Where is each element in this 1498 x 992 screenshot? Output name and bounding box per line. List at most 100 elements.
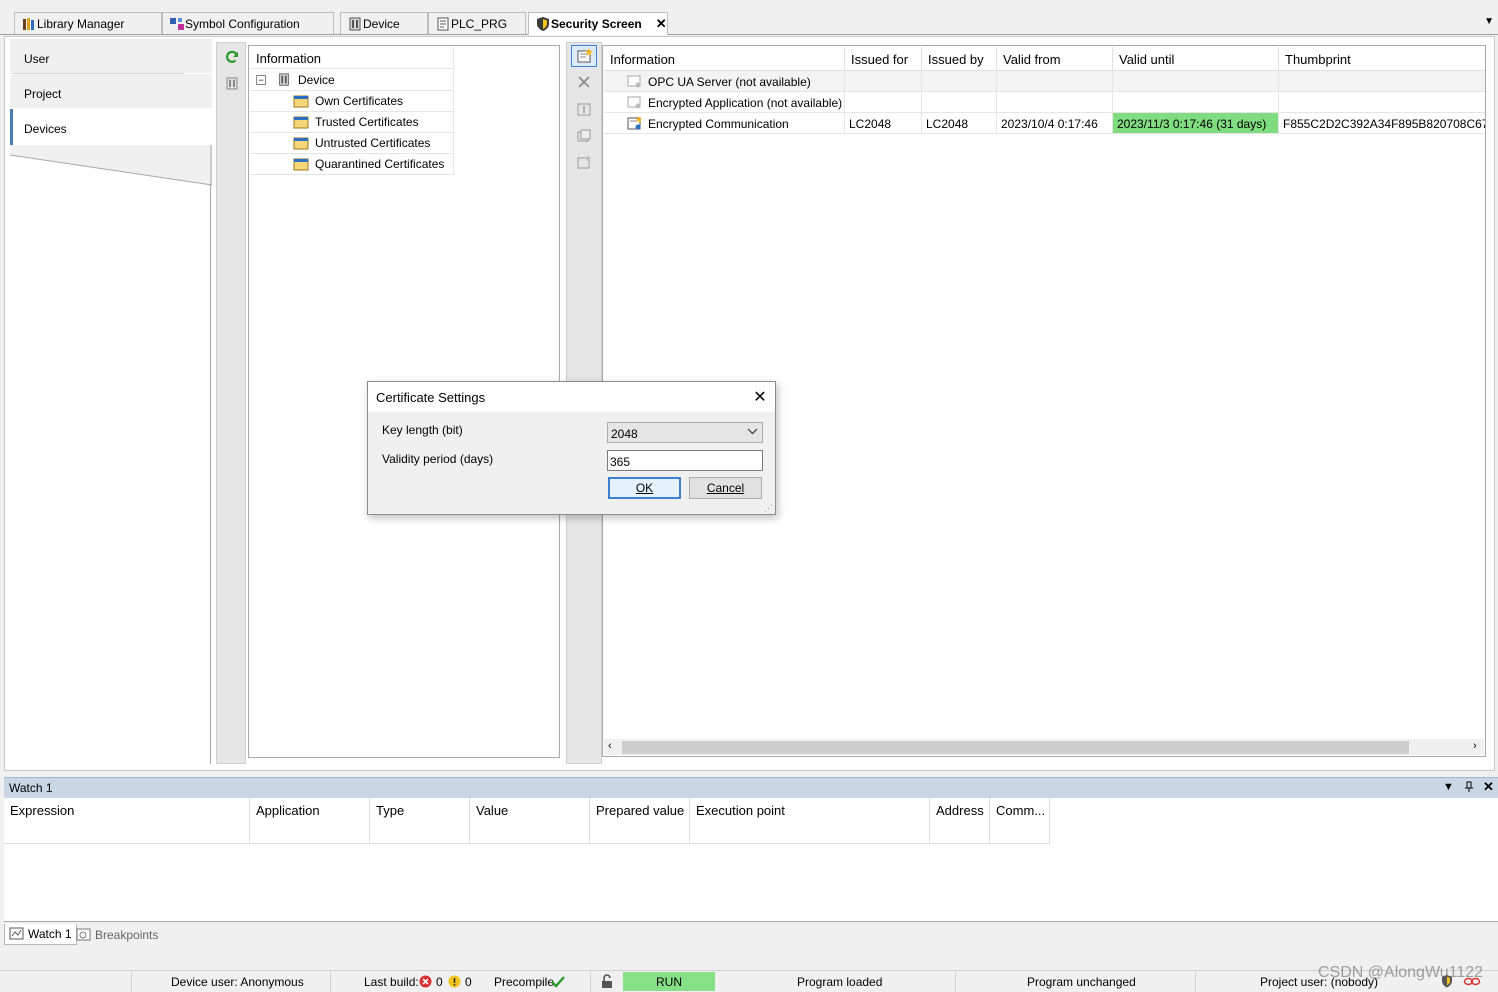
column-header-issued-by[interactable]: Issued by xyxy=(922,47,997,71)
library-icon xyxy=(23,18,34,30)
watch-title: Watch 1 xyxy=(9,781,53,795)
program-loaded-status: Program loaded xyxy=(797,975,883,989)
tree-item-quarantined-certificates[interactable]: Quarantined Certificates xyxy=(250,154,454,175)
watermark: CSDN @AlongWu1122 xyxy=(1318,964,1484,981)
scroll-right-icon[interactable]: › xyxy=(1473,740,1477,752)
device-settings-button[interactable] xyxy=(219,72,245,94)
column-header-comment[interactable]: Comm... xyxy=(990,798,1050,844)
tab-label: Library Manager xyxy=(37,16,125,31)
cert-issued-for xyxy=(845,92,922,113)
column-header-value[interactable]: Value xyxy=(470,798,590,844)
tab-label: PLC_PRG xyxy=(451,16,508,31)
warning-count: 0 xyxy=(465,975,472,989)
certificate-unavailable-icon xyxy=(627,75,641,88)
tab-plc-prg[interactable]: PLC_PRG xyxy=(428,12,526,34)
divider xyxy=(330,972,331,992)
bottom-tab-watch-1[interactable]: Watch 1 xyxy=(4,924,77,945)
renew-certificate-button[interactable] xyxy=(571,151,597,173)
panel-menu-icon[interactable]: ▼ xyxy=(1443,781,1454,793)
dialog-title: Certificate Settings xyxy=(376,390,486,405)
tab-label: Device xyxy=(363,16,400,31)
column-header-execution-point[interactable]: Execution point xyxy=(690,798,930,844)
side-tab-devices[interactable]: Devices xyxy=(10,109,212,145)
tab-library-manager[interactable]: Library Manager xyxy=(14,12,162,34)
export-certificate-button[interactable] xyxy=(571,125,597,147)
side-tab-project[interactable]: Project xyxy=(10,74,212,108)
breakpoints-icon xyxy=(76,928,91,940)
unlock-icon[interactable] xyxy=(600,974,614,989)
close-dialog-icon[interactable]: ✕ xyxy=(750,387,770,407)
validity-period-input[interactable]: 365 xyxy=(607,450,763,471)
device-icon xyxy=(279,73,289,86)
column-header-valid-from[interactable]: Valid from xyxy=(997,47,1113,71)
pou-icon xyxy=(437,17,449,31)
resize-grip-icon[interactable]: ⋰ xyxy=(764,503,773,514)
shield-icon xyxy=(537,17,549,31)
side-tab-label: Project xyxy=(24,87,62,101)
generate-certificate-button[interactable] xyxy=(571,45,597,67)
tab-label: Security Screen xyxy=(551,17,642,31)
column-header-address[interactable]: Address xyxy=(930,798,990,844)
cancel-button-label: Cancel xyxy=(706,481,745,495)
cert-issued-by xyxy=(922,92,997,113)
cert-issued-by: LC2048 xyxy=(922,113,997,134)
side-tab-user[interactable]: User xyxy=(10,39,212,73)
chevron-down-icon xyxy=(747,428,758,435)
tree-item-device[interactable]: − Device xyxy=(250,70,454,91)
last-build-label: Last build: xyxy=(364,975,419,989)
cancel-button[interactable]: Cancel xyxy=(689,477,762,499)
import-icon xyxy=(577,103,591,116)
bottom-tab-label: Watch 1 xyxy=(28,927,72,941)
validity-period-label: Validity period (days) xyxy=(382,452,494,466)
scroll-left-icon[interactable]: ‹ xyxy=(608,740,612,752)
cert-valid-until: 2023/11/3 0:17:46 (31 days) xyxy=(1113,113,1279,134)
column-header-expression[interactable]: Expression xyxy=(4,798,250,844)
tab-list-dropdown-icon[interactable]: ▼ xyxy=(1484,16,1494,27)
close-panel-icon[interactable]: ✕ xyxy=(1483,779,1494,795)
cert-thumbprint xyxy=(1279,92,1485,113)
cert-issued-for xyxy=(845,71,922,92)
column-header-issued-for[interactable]: Issued for xyxy=(845,47,922,71)
ok-button[interactable]: OK xyxy=(608,477,681,499)
tab-device[interactable]: Device xyxy=(340,12,428,34)
tree-item-trusted-certificates[interactable]: Trusted Certificates xyxy=(250,112,454,133)
key-length-select[interactable]: 2048 xyxy=(607,422,763,443)
watch-panel-title: Watch 1 xyxy=(4,777,1498,798)
column-header-thumbprint[interactable]: Thumbprint xyxy=(1279,47,1485,71)
watch-table: Expression Application Type Value Prepar… xyxy=(4,798,1498,922)
close-tab-icon[interactable]: ✕ xyxy=(656,16,667,32)
scrollbar-thumb[interactable] xyxy=(622,741,1409,754)
precompile-status[interactable]: Precompile xyxy=(494,972,554,992)
refresh-button[interactable] xyxy=(219,46,245,68)
import-certificate-button[interactable] xyxy=(571,98,597,120)
export-icon xyxy=(577,129,591,142)
checkmark-icon xyxy=(551,976,565,988)
column-header-prepared-value[interactable]: Prepared value xyxy=(590,798,690,844)
tree-item-untrusted-certificates[interactable]: Untrusted Certificates xyxy=(250,133,454,154)
error-icon xyxy=(419,975,432,988)
tree-item-label: Device xyxy=(298,73,335,87)
divider xyxy=(1195,972,1196,992)
column-header-type[interactable]: Type xyxy=(370,798,470,844)
key-length-label: Key length (bit) xyxy=(382,423,463,437)
tree-item-own-certificates[interactable]: Own Certificates xyxy=(250,91,454,112)
key-length-value: 2048 xyxy=(611,427,638,441)
folder-icon xyxy=(293,95,309,108)
cert-thumbprint xyxy=(1279,71,1485,92)
tab-symbol-configuration[interactable]: Symbol Configuration xyxy=(162,12,334,34)
bottom-tab-breakpoints[interactable]: Breakpoints xyxy=(72,924,162,945)
delete-certificate-button[interactable] xyxy=(571,71,597,93)
cert-issued-by xyxy=(922,71,997,92)
collapse-icon[interactable]: − xyxy=(256,75,266,85)
certificate-new-icon xyxy=(577,48,593,63)
tab-security-screen[interactable]: Security Screen ✕ xyxy=(528,12,668,35)
column-header-valid-until[interactable]: Valid until xyxy=(1113,47,1279,71)
column-header-information[interactable]: Information xyxy=(604,47,845,71)
device-icon xyxy=(349,17,361,31)
folder-icon xyxy=(293,137,309,150)
certificate-renew-icon xyxy=(577,155,592,169)
tree-item-label: Own Certificates xyxy=(315,94,404,108)
column-header-application[interactable]: Application xyxy=(250,798,370,844)
pin-icon[interactable] xyxy=(1464,781,1474,793)
folder-icon xyxy=(293,116,309,129)
